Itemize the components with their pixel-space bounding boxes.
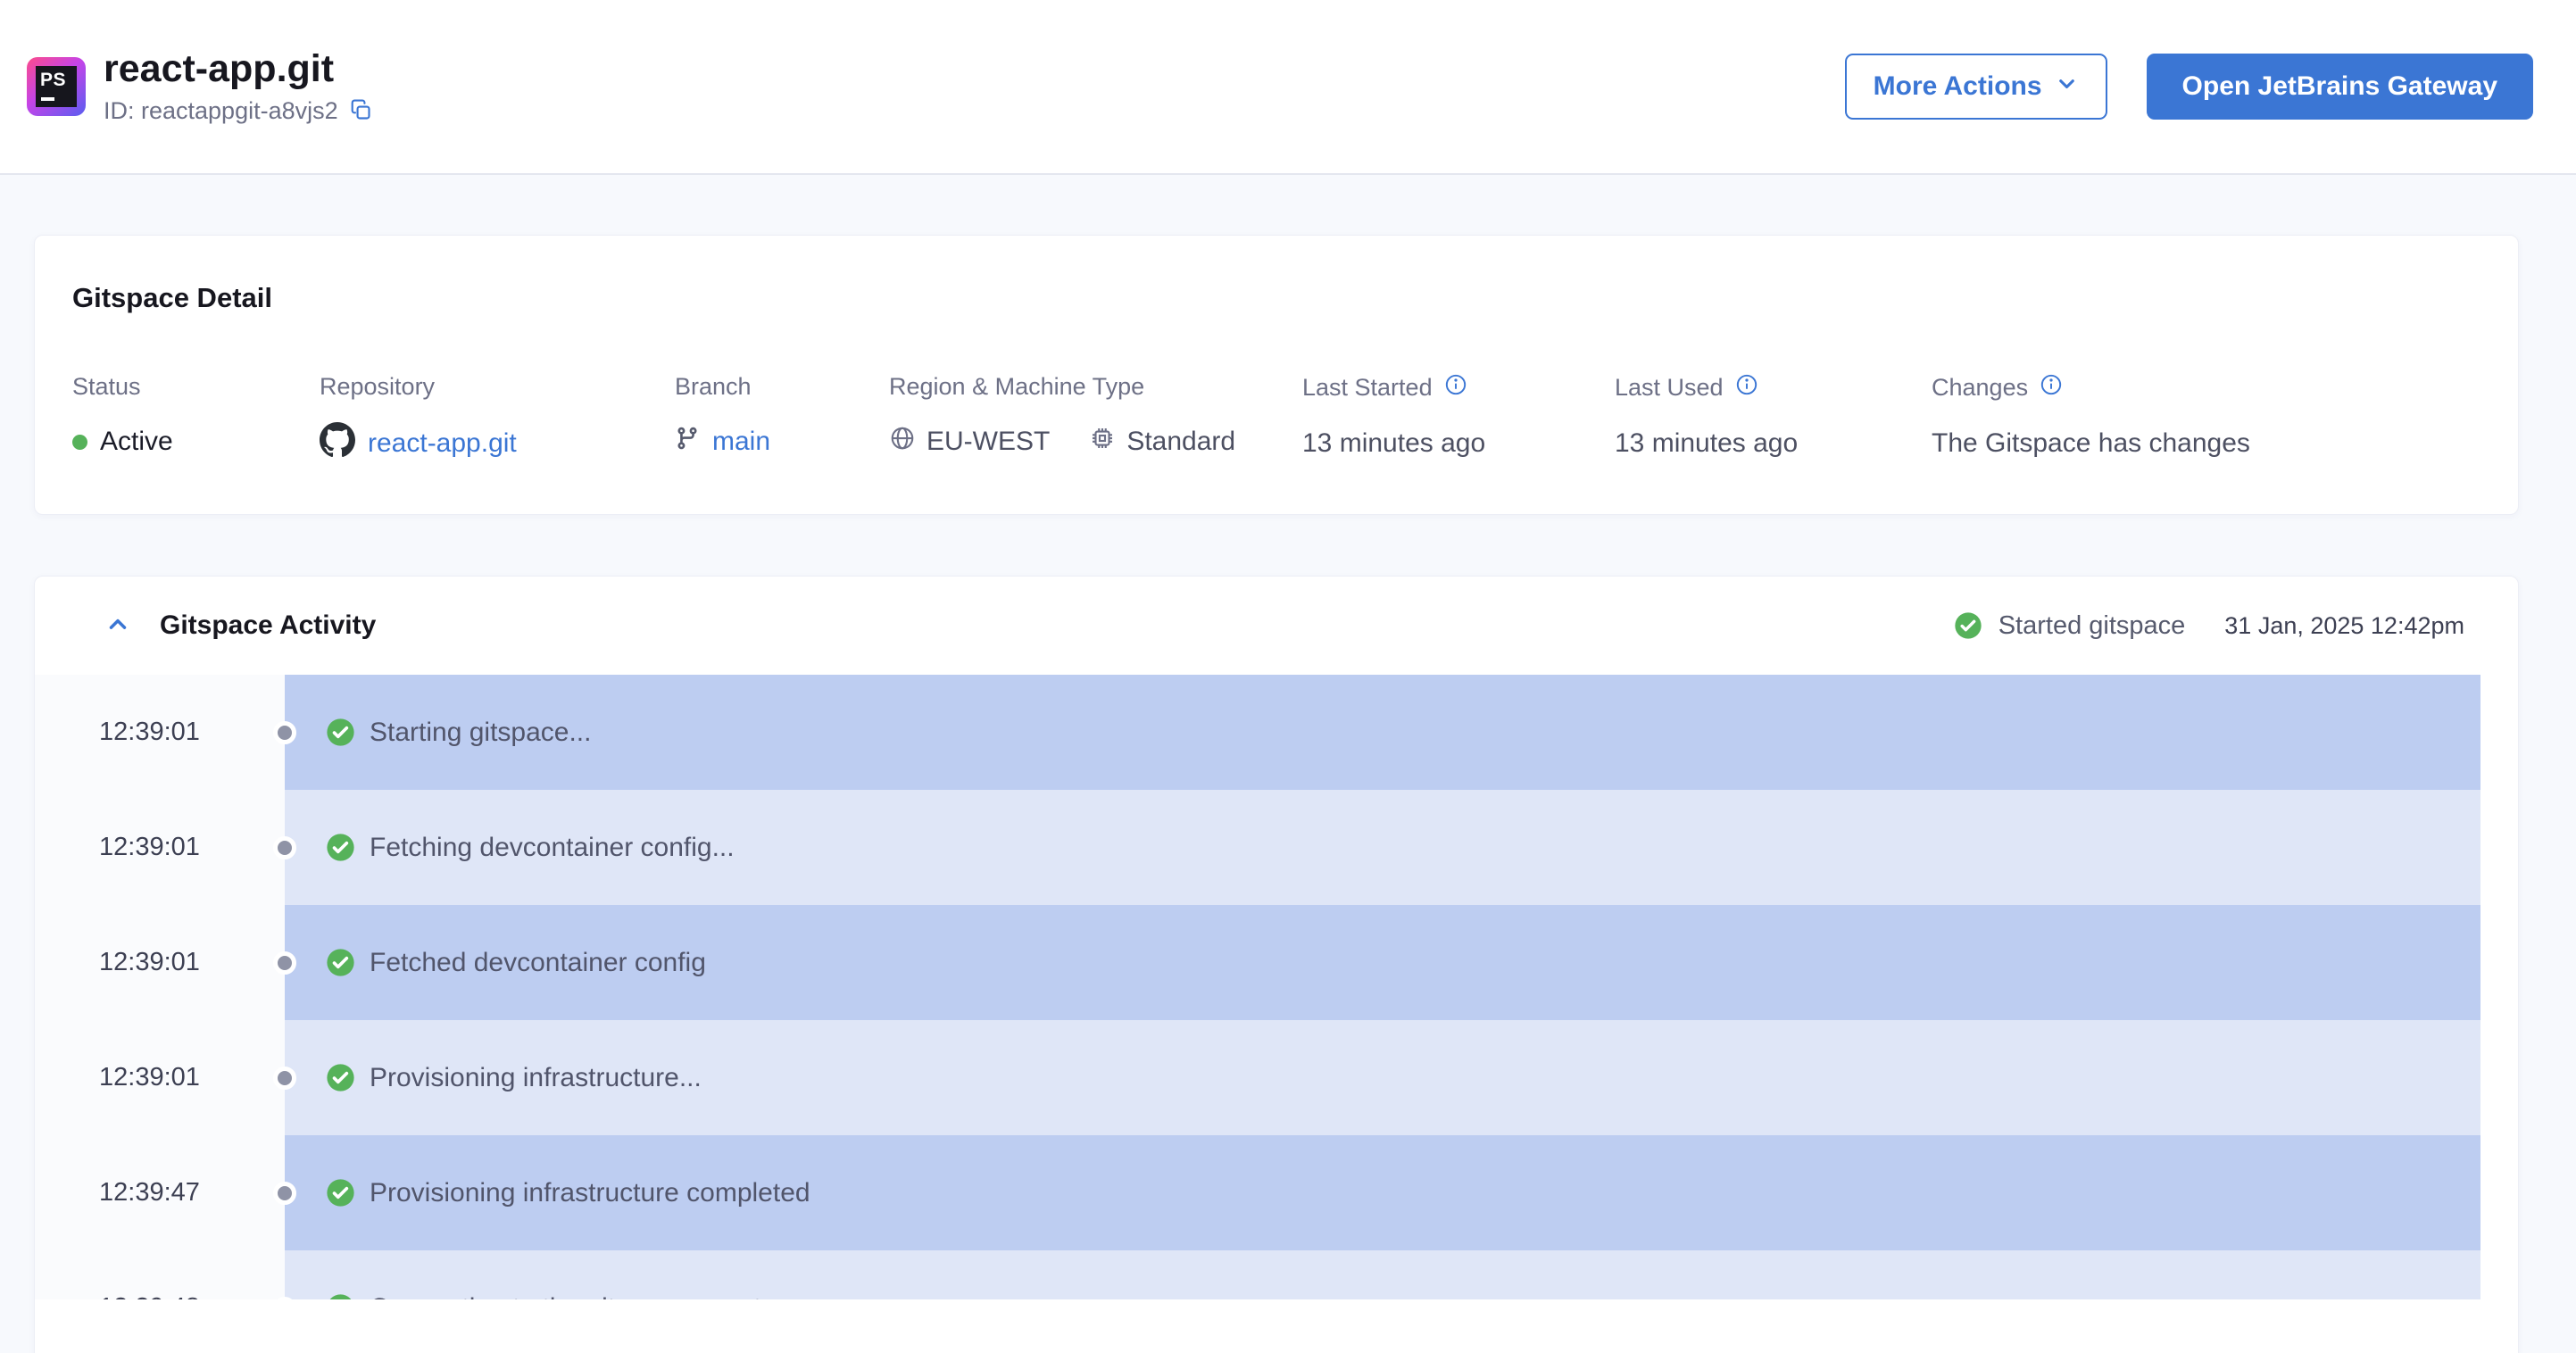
- field-branch: Branch main: [675, 373, 889, 465]
- check-circle-icon: [326, 1293, 355, 1299]
- globe-icon: [889, 425, 916, 459]
- log-dot: [273, 950, 296, 975]
- log-timestamp: 12:39:48: [35, 1250, 285, 1299]
- field-region-machine: Region & Machine Type EU-WEST Standard: [889, 373, 1302, 465]
- gitspace-detail-title: Gitspace Detail: [72, 282, 272, 313]
- last-started-value: 13 minutes ago: [1302, 428, 1486, 458]
- phpstorm-logo: PS: [27, 57, 86, 116]
- gitspace-detail-card: Gitspace Detail Status Active Repository…: [34, 235, 2519, 515]
- check-circle-icon: [1954, 611, 1982, 640]
- activity-status-text: Started gitspace: [1998, 610, 2186, 640]
- log-message-cell: Starting gitspace...: [285, 675, 2480, 790]
- chevron-up-icon: [104, 611, 131, 641]
- log-message: Fetched devcontainer config: [370, 947, 706, 977]
- info-icon[interactable]: [1735, 373, 1758, 403]
- more-actions-button[interactable]: More Actions: [1844, 54, 2107, 120]
- open-gateway-label: Open JetBrains Gateway: [2181, 71, 2497, 101]
- activity-title: Gitspace Activity: [160, 610, 377, 640]
- activity-timestamp: 31 Jan, 2025 12:42pm: [2224, 611, 2464, 639]
- activity-header: Gitspace Activity Started gitspace 31 Ja…: [35, 577, 2518, 675]
- page-title: react-app.git: [104, 46, 335, 90]
- gitspace-activity-card: Gitspace Activity Started gitspace 31 Ja…: [34, 576, 2519, 1353]
- field-repository: Repository react-app.git: [320, 373, 675, 465]
- branch-link[interactable]: main: [712, 427, 770, 457]
- field-last-started: Last Started 13 minutes ago: [1302, 373, 1615, 465]
- log-message: Fetching devcontainer config...: [370, 832, 735, 862]
- last-used-label: Last Used: [1615, 374, 1724, 401]
- branch-label: Branch: [675, 373, 752, 400]
- activity-log-row: 12:39:01 Provisioning infrastructure...: [35, 1020, 2480, 1135]
- last-used-value: 13 minutes ago: [1615, 428, 1799, 458]
- status-dot: [72, 434, 87, 450]
- region-value: EU-WEST: [927, 427, 1051, 456]
- copy-icon: [349, 98, 373, 125]
- check-circle-icon: [326, 833, 355, 862]
- repository-link[interactable]: react-app.git: [368, 428, 517, 459]
- activity-log: 12:39:01 Starting gitspace... 12:39:01 F…: [35, 675, 2480, 1299]
- machine-type-value: Standard: [1126, 427, 1236, 456]
- log-timestamp: 12:39:01: [35, 675, 285, 790]
- log-message: Starting gitspace...: [370, 717, 592, 747]
- log-message-cell: Provisioning infrastructure completed: [285, 1135, 2480, 1250]
- phpstorm-logo-text: PS: [40, 70, 67, 90]
- log-timestamp: 12:39:01: [35, 1020, 285, 1135]
- changes-value: The Gitspace has changes: [1932, 428, 2250, 458]
- copy-id-button[interactable]: [349, 98, 373, 125]
- field-last-used: Last Used 13 minutes ago: [1615, 373, 1932, 465]
- title-block: react-app.git ID: reactappgit-a8vjs2: [104, 46, 373, 125]
- check-circle-icon: [326, 948, 355, 977]
- activity-log-row: 12:39:01 Fetching devcontainer config...: [35, 790, 2480, 905]
- collapse-activity-button[interactable]: [104, 611, 131, 641]
- cpu-icon: [1089, 425, 1116, 459]
- log-message: Connecting to the gitspace agent: [370, 1293, 761, 1300]
- status-value: Active: [100, 427, 173, 456]
- status-label: Status: [72, 373, 141, 400]
- gitspace-detail-fields: Status Active Repository react-app.git B…: [72, 373, 2482, 465]
- more-actions-label: More Actions: [1873, 71, 2042, 101]
- log-message: Provisioning infrastructure...: [370, 1062, 702, 1092]
- phpstorm-logo-underscore: [41, 97, 54, 101]
- log-message-cell: Fetched devcontainer config: [285, 905, 2480, 1020]
- log-dot: [273, 720, 296, 744]
- open-jetbrains-gateway-button[interactable]: Open JetBrains Gateway: [2146, 54, 2533, 120]
- git-branch-icon: [675, 426, 700, 458]
- chevron-down-icon: [2055, 71, 2079, 103]
- log-dot: [273, 1181, 296, 1205]
- top-header: PS react-app.git ID: reactappgit-a8vjs2: [0, 0, 2576, 175]
- log-message-cell: Connecting to the gitspace agent: [285, 1250, 2480, 1299]
- log-message-cell: Provisioning infrastructure...: [285, 1020, 2480, 1135]
- log-message: Provisioning infrastructure completed: [370, 1177, 810, 1208]
- phpstorm-logo-inner: PS: [36, 66, 77, 107]
- log-timestamp: 12:39:47: [35, 1135, 285, 1250]
- log-timestamp: 12:39:01: [35, 790, 285, 905]
- log-dot: [273, 1066, 296, 1090]
- activity-log-row: 12:39:47 Provisioning infrastructure com…: [35, 1135, 2480, 1250]
- repository-label: Repository: [320, 373, 436, 400]
- field-status: Status Active: [72, 373, 320, 465]
- gitspace-id: ID: reactappgit-a8vjs2: [104, 97, 338, 125]
- check-circle-icon: [326, 1178, 355, 1208]
- info-icon[interactable]: [1444, 373, 1467, 403]
- check-circle-icon: [326, 1063, 355, 1092]
- changes-label: Changes: [1932, 374, 2029, 401]
- info-icon[interactable]: [2040, 373, 2063, 403]
- activity-log-row: 12:39:01 Fetched devcontainer config: [35, 905, 2480, 1020]
- check-circle-icon: [326, 718, 355, 747]
- gitspace-detail-page: PS react-app.git ID: reactappgit-a8vjs2: [0, 0, 2576, 1353]
- field-changes: Changes The Gitspace has changes: [1932, 373, 2482, 465]
- log-dot: [273, 835, 296, 859]
- gitspace-id-row: ID: reactappgit-a8vjs2: [104, 97, 373, 125]
- header-actions: More Actions Open JetBrains Gateway: [1844, 54, 2533, 120]
- log-message-cell: Fetching devcontainer config...: [285, 790, 2480, 905]
- region-machine-label: Region & Machine Type: [889, 373, 1145, 400]
- activity-log-row: 12:39:01 Starting gitspace...: [35, 675, 2480, 790]
- github-icon: [320, 422, 355, 465]
- activity-status: Started gitspace 31 Jan, 2025 12:42pm: [1954, 611, 2464, 641]
- last-started-label: Last Started: [1302, 374, 1433, 401]
- log-timestamp: 12:39:01: [35, 905, 285, 1020]
- activity-log-row: 12:39:48 Connecting to the gitspace agen…: [35, 1250, 2480, 1299]
